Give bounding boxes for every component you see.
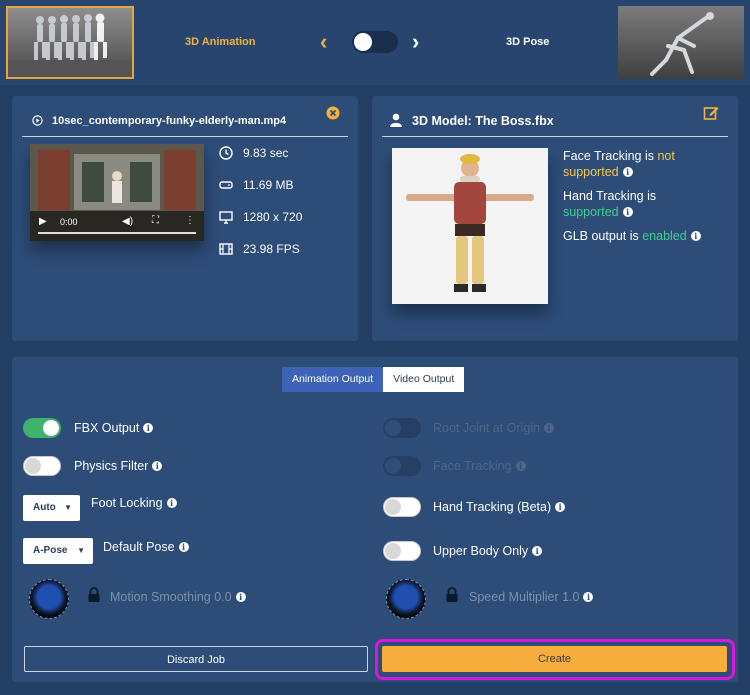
speed-multiplier-label: Speed Multiplier 1.0 i xyxy=(469,590,594,604)
physics-filter-toggle[interactable] xyxy=(23,456,61,476)
chevron-left-icon[interactable]: ‹ xyxy=(320,30,327,54)
fullscreen-icon[interactable]: ⛶ xyxy=(152,215,159,226)
mode-header: 3D Animation ‹ › 3D Pose xyxy=(0,0,750,85)
duration-stat: 9.83 sec xyxy=(219,146,288,160)
fps-value: 23.98 FPS xyxy=(243,242,300,256)
face-tracking-status: Face Tracking is not supported i xyxy=(563,148,675,180)
hand-tracking-label: Hand Tracking (Beta) i xyxy=(433,500,566,514)
create-button[interactable]: Create xyxy=(382,646,727,672)
user-icon xyxy=(390,113,402,127)
info-icon[interactable]: i xyxy=(690,231,701,241)
face-tracking-value-2: supported xyxy=(563,165,619,179)
running-figures-image xyxy=(8,13,132,77)
fbx-output-label: FBX Output i xyxy=(74,421,154,435)
face-tracking-value-1: not xyxy=(657,149,675,163)
info-icon[interactable]: i xyxy=(622,167,633,177)
motion-smoothing-label: Motion Smoothing 0.0 i xyxy=(110,590,246,604)
size-stat: 11.69 MB xyxy=(219,178,293,192)
face-tracking-toggle[interactable] xyxy=(383,456,421,476)
more-options-icon[interactable]: ⋮ xyxy=(185,215,195,226)
video-player[interactable]: ▶ 0:00 ◀) ⛶ ⋮ xyxy=(30,144,204,241)
hand-tracking-status: Hand Tracking is supported i xyxy=(563,188,656,220)
fps-stat: 23.98 FPS xyxy=(219,242,300,256)
volume-icon[interactable]: ◀) xyxy=(122,216,133,227)
play-circle-icon xyxy=(32,115,43,126)
face-tracking-prefix: Face Tracking is xyxy=(563,149,658,163)
speed-multiplier-dial[interactable] xyxy=(386,579,426,619)
glb-output-status: GLB output is enabled i xyxy=(563,228,701,244)
video-filename: 10sec_contemporary-funky-elderly-man.mp4 xyxy=(52,115,287,127)
info-icon[interactable]: i xyxy=(178,542,189,552)
posed-figure-image xyxy=(650,12,714,76)
motion-smoothing-dial[interactable] xyxy=(29,579,69,619)
hand-tracking-prefix: Hand Tracking is xyxy=(563,189,657,203)
chevron-down-icon: ▼ xyxy=(77,546,85,555)
lock-icon xyxy=(88,587,100,602)
video-progress-bar[interactable] xyxy=(38,232,196,234)
model-preview-image xyxy=(392,148,548,304)
hand-tracking-value: supported xyxy=(563,205,619,219)
glb-output-value: enabled xyxy=(642,229,687,243)
info-icon[interactable]: i xyxy=(235,592,246,602)
hand-tracking-toggle[interactable] xyxy=(383,497,421,517)
duration-value: 9.83 sec xyxy=(243,146,289,160)
glb-output-prefix: GLB output is xyxy=(563,229,643,243)
info-icon[interactable]: i xyxy=(166,498,177,508)
discard-job-button[interactable]: Discard Job xyxy=(24,646,368,672)
face-tracking-label: Face Tracking i xyxy=(433,459,526,473)
upper-body-label: Upper Body Only i xyxy=(433,544,543,558)
monitor-icon xyxy=(219,211,233,224)
chevron-down-icon: ▼ xyxy=(64,503,72,512)
film-icon xyxy=(219,243,233,255)
info-icon[interactable]: i xyxy=(152,461,163,471)
info-icon[interactable]: i xyxy=(622,207,633,217)
pose-thumbnail[interactable] xyxy=(618,6,744,79)
animation-thumbnail[interactable] xyxy=(6,6,134,79)
physics-filter-label: Physics Filter i xyxy=(74,459,163,473)
player-time: 0:00 xyxy=(60,217,78,227)
play-icon[interactable]: ▶ xyxy=(39,216,47,227)
resolution-stat: 1280 x 720 xyxy=(219,210,302,224)
info-icon[interactable]: i xyxy=(555,502,566,512)
info-icon[interactable]: i xyxy=(515,461,526,471)
close-icon[interactable] xyxy=(326,106,340,120)
character-figure xyxy=(406,154,534,292)
model-info-panel: 3D Model: The Boss.fbx Face Tracking is … xyxy=(372,96,738,341)
mode-toggle[interactable] xyxy=(352,31,398,53)
output-tabs: Animation Output Video Output xyxy=(282,367,465,392)
info-icon[interactable]: i xyxy=(544,423,554,433)
root-joint-toggle[interactable] xyxy=(383,418,421,438)
info-icon[interactable]: i xyxy=(143,423,154,433)
tab-animation-output[interactable]: Animation Output xyxy=(282,367,384,392)
upper-body-toggle[interactable] xyxy=(383,541,421,561)
info-icon[interactable]: i xyxy=(532,546,543,556)
foot-locking-label: Foot Locking i xyxy=(91,496,177,510)
video-info-panel: 10sec_contemporary-funky-elderly-man.mp4… xyxy=(12,96,358,341)
foot-locking-dropdown[interactable]: Auto ▼ xyxy=(23,495,80,521)
pose-mode-label[interactable]: 3D Pose xyxy=(506,36,549,48)
animation-mode-label[interactable]: 3D Animation xyxy=(185,36,256,48)
resolution-value: 1280 x 720 xyxy=(243,210,303,224)
lock-icon xyxy=(446,587,458,602)
edit-icon[interactable] xyxy=(703,105,719,121)
settings-panel: Animation Output Video Output xyxy=(12,357,738,682)
size-value: 11.69 MB xyxy=(243,178,294,192)
root-joint-label: Root Joint at Origin i xyxy=(433,421,554,435)
tab-video-output[interactable]: Video Output xyxy=(383,367,465,392)
model-title: 3D Model: The Boss.fbx xyxy=(412,114,554,128)
default-pose-dropdown[interactable]: A-Pose ▼ xyxy=(23,538,93,564)
chevron-right-icon[interactable]: › xyxy=(412,30,419,54)
info-icon[interactable]: i xyxy=(583,592,594,602)
fbx-output-toggle[interactable] xyxy=(23,418,61,438)
clock-icon xyxy=(219,146,233,160)
drive-icon xyxy=(219,181,233,189)
default-pose-label: Default Pose i xyxy=(103,540,189,554)
